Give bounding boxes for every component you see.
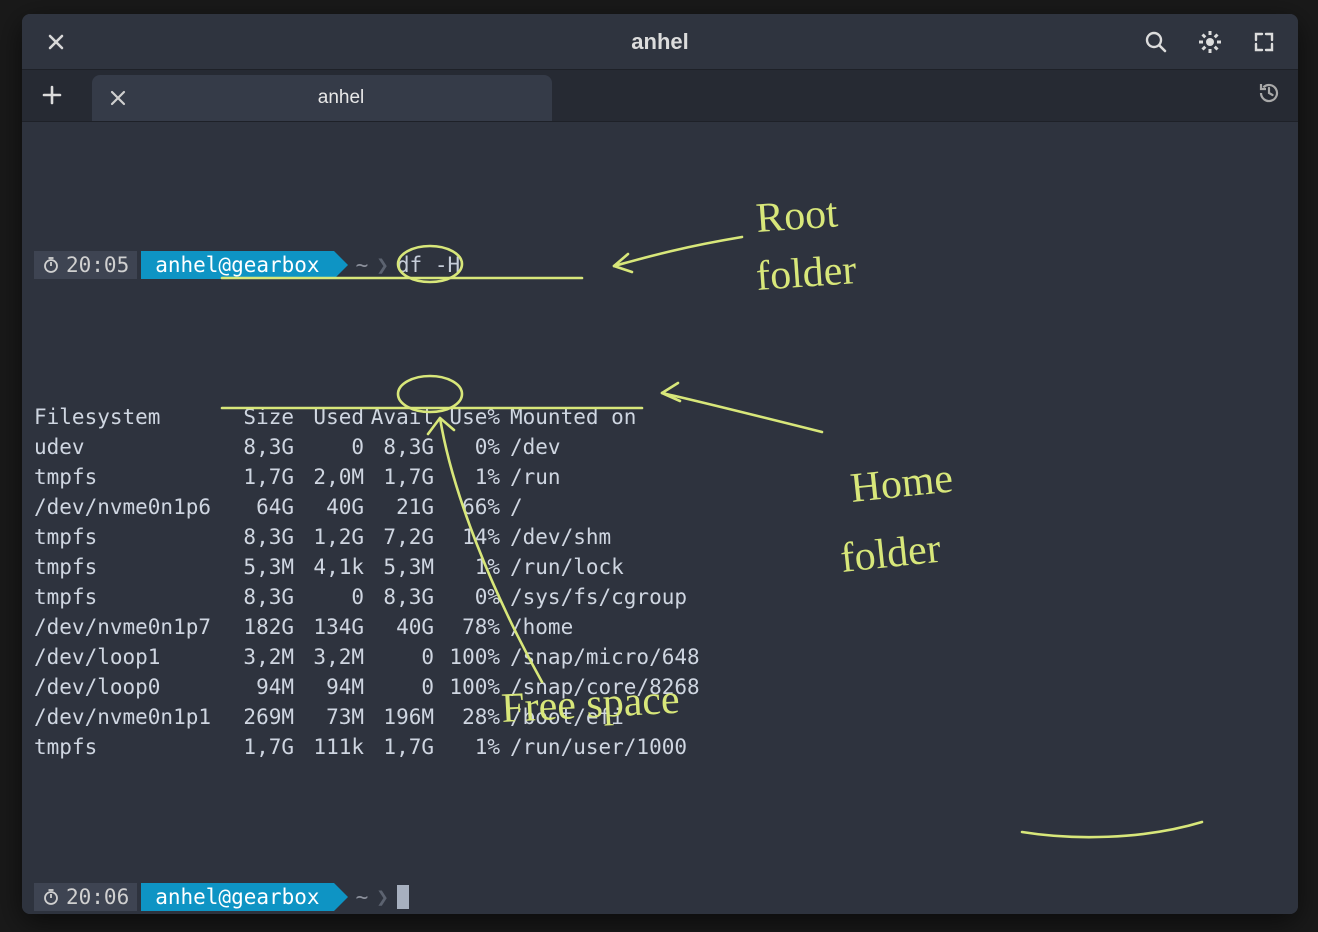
- header-size: Size: [224, 402, 294, 432]
- header-mounted: Mounted on: [500, 402, 700, 432]
- header-used: Used: [294, 402, 364, 432]
- svg-text:Root: Root: [754, 190, 839, 242]
- tab-active[interactable]: anhel: [92, 75, 552, 121]
- table-row: tmpfs8,3G1,2G7,2G14%/dev/shm: [34, 522, 700, 552]
- titlebar: anhel: [22, 14, 1298, 70]
- svg-text:Home: Home: [848, 455, 955, 511]
- tab-title: anhel: [144, 87, 538, 109]
- fullscreen-icon[interactable]: [1248, 26, 1280, 58]
- prompt-line-2: 20:06 anhel@gearbox ~ ❯: [34, 882, 1286, 912]
- table-row: /dev/nvme0n1p1269M73M196M28%/boot/efi: [34, 702, 700, 732]
- tabbar: anhel: [22, 70, 1298, 122]
- command-text: df -H: [397, 250, 460, 280]
- table-row: udev8,3G08,3G0%/dev: [34, 432, 700, 462]
- table-row: /dev/loop13,2M3,2M0100%/snap/micro/648: [34, 642, 700, 672]
- prompt-arrow-icon: ❯: [376, 882, 389, 912]
- prompt-path: ~: [356, 882, 369, 912]
- terminal-window: anhel anhel: [22, 14, 1298, 914]
- table-row: tmpfs5,3M4,1k5,3M1%/run/lock: [34, 552, 700, 582]
- window-close-button[interactable]: [40, 26, 72, 58]
- user-host-segment: anhel@gearbox: [141, 883, 333, 911]
- header-use: Use%: [434, 402, 500, 432]
- tab-close-icon[interactable]: [106, 86, 130, 110]
- clock-segment: 20:05: [34, 251, 137, 279]
- table-row: /dev/loop094M94M0100%/snap/core/8268: [34, 672, 700, 702]
- table-header-row: Filesystem Size Used Avail Use% Mounted …: [34, 402, 700, 432]
- table-row: /dev/nvme0n1p7182G134G40G78%/home: [34, 612, 700, 642]
- table-row: tmpfs1,7G111k1,7G1%/run/user/1000: [34, 732, 700, 762]
- prompt-arrow-icon: ❯: [376, 250, 389, 280]
- header-avail: Avail: [364, 402, 434, 432]
- prompt-line-1: 20:05 anhel@gearbox ~ ❯ df -H: [34, 250, 1286, 280]
- prompt-path: ~: [356, 250, 369, 280]
- table-row: tmpfs1,7G2,0M1,7G1%/run: [34, 462, 700, 492]
- search-icon[interactable]: [1140, 26, 1172, 58]
- terminal-cursor: [397, 885, 409, 909]
- table-row: /dev/nvme0n1p664G40G21G66%/: [34, 492, 700, 522]
- svg-text:folder: folder: [838, 526, 943, 582]
- clock-segment: 20:06: [34, 883, 137, 911]
- user-host-segment: anhel@gearbox: [141, 251, 333, 279]
- stopwatch-icon: [42, 256, 60, 274]
- new-tab-button[interactable]: [22, 69, 82, 121]
- prompt-time: 20:05: [66, 250, 129, 280]
- history-icon[interactable]: [1256, 80, 1282, 110]
- df-output-table: Filesystem Size Used Avail Use% Mounted …: [34, 402, 700, 762]
- prompt-time: 20:06: [66, 882, 129, 912]
- terminal-area[interactable]: 20:05 anhel@gearbox ~ ❯ df -H Filesystem…: [22, 122, 1298, 914]
- gear-icon[interactable]: [1194, 26, 1226, 58]
- stopwatch-icon: [42, 888, 60, 906]
- table-row: tmpfs8,3G08,3G0%/sys/fs/cgroup: [34, 582, 700, 612]
- header-filesystem: Filesystem: [34, 402, 224, 432]
- window-title: anhel: [631, 29, 688, 55]
